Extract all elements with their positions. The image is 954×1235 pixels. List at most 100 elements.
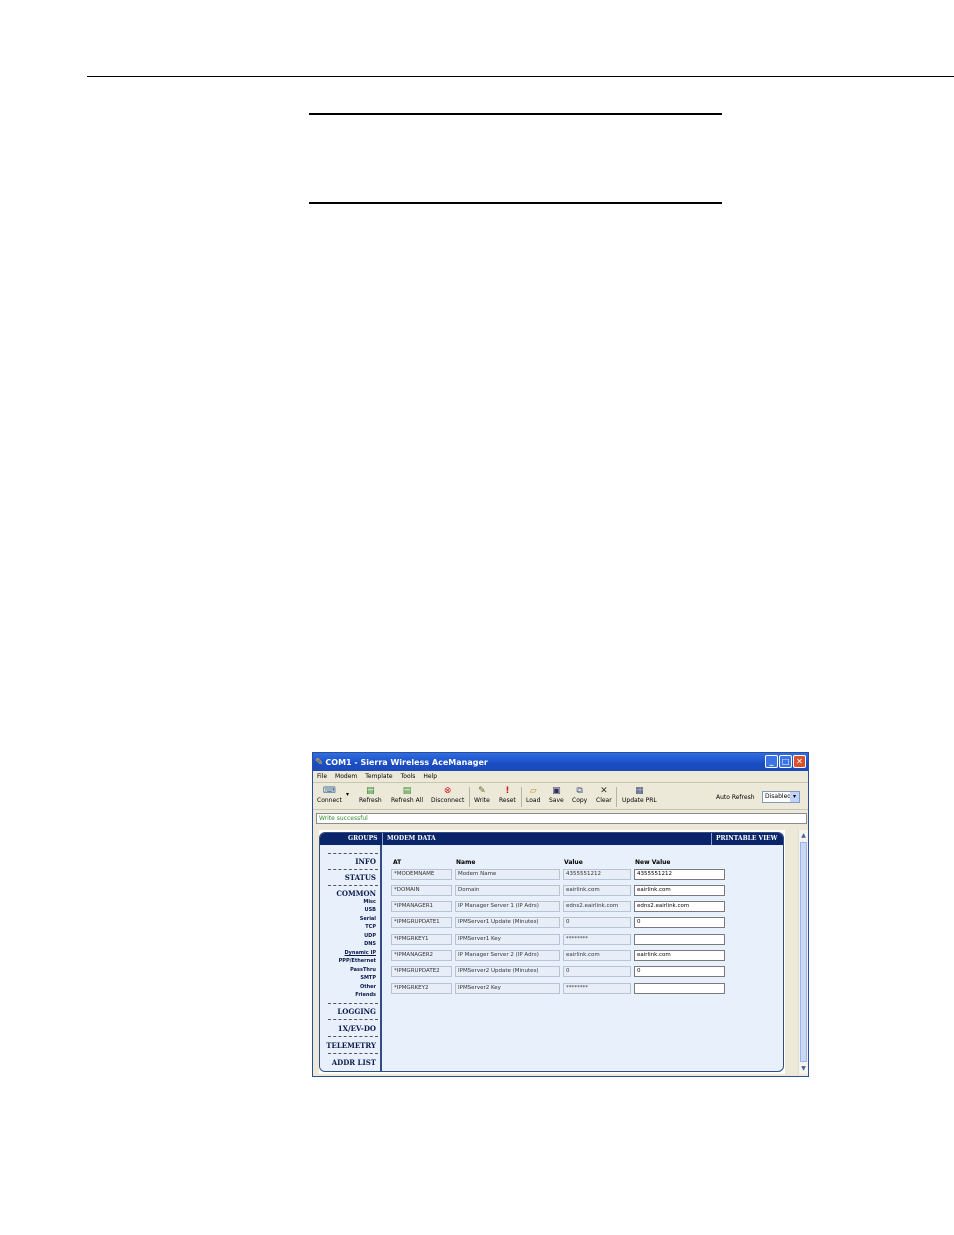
load-button[interactable]: ▱ Load bbox=[526, 785, 540, 804]
groups-sidebar: INFO STATUS COMMON Misc USB Serial TCP U… bbox=[320, 845, 382, 1071]
row-new-value-input[interactable]: 0 bbox=[634, 917, 725, 928]
row-new-value-input[interactable] bbox=[634, 983, 725, 994]
refresh-icon: ▤ bbox=[366, 786, 375, 796]
row-new-value-input[interactable]: 4355551212 bbox=[634, 869, 725, 880]
clear-button[interactable]: ✕ Clear bbox=[596, 785, 612, 804]
group-info[interactable]: INFO bbox=[355, 857, 376, 866]
group-common-passthru[interactable]: PassThru bbox=[350, 967, 376, 973]
status-message: Write successful bbox=[316, 813, 807, 824]
row-at: *IPMGRUPDATE1 bbox=[391, 917, 452, 928]
printable-view-link[interactable]: PRINTABLE VIEW bbox=[716, 835, 777, 842]
connect-icon: ⌨ bbox=[322, 786, 336, 796]
clear-x-icon: ✕ bbox=[600, 786, 608, 796]
group-common-other[interactable]: Other bbox=[360, 984, 376, 990]
menu-tools[interactable]: Tools bbox=[401, 773, 416, 780]
modem-data-heading: MODEM DATA bbox=[387, 835, 436, 842]
connect-dropdown-arrow-icon[interactable]: ▾ bbox=[346, 791, 349, 798]
row-value: 0 bbox=[563, 917, 631, 928]
row-new-value-input[interactable]: eairlink.com bbox=[634, 885, 725, 896]
group-common-dns[interactable]: DNS bbox=[364, 941, 376, 947]
menu-file[interactable]: File bbox=[317, 773, 327, 780]
minimize-button[interactable]: _ bbox=[765, 755, 778, 768]
scroll-thumb[interactable] bbox=[800, 842, 807, 1062]
auto-refresh-label: Auto Refresh bbox=[716, 794, 755, 801]
maximize-button[interactable]: □ bbox=[779, 755, 792, 768]
copy-icon: ⧉ bbox=[576, 786, 583, 796]
reset-button[interactable]: ! Reset bbox=[499, 785, 516, 804]
chevron-down-icon: ▾ bbox=[790, 792, 799, 802]
row-value: eairlink.com bbox=[563, 885, 631, 896]
menu-bar: File Modem Template Tools Help bbox=[313, 771, 808, 782]
row-new-value-input[interactable] bbox=[634, 934, 725, 945]
content-area: GROUPS MODEM DATA PRINTABLE VIEW INFO ST… bbox=[319, 830, 785, 1074]
group-status[interactable]: STATUS bbox=[345, 873, 376, 882]
menu-modem[interactable]: Modem bbox=[335, 773, 357, 780]
group-common-usb[interactable]: USB bbox=[365, 907, 376, 913]
title-bar: ✎ COM1 - Sierra Wireless AceManager _ □ … bbox=[313, 753, 808, 771]
group-common-smtp[interactable]: SMTP bbox=[360, 975, 376, 981]
group-common-tcp[interactable]: TCP bbox=[365, 924, 376, 930]
row-new-value-input[interactable]: eairlink.com bbox=[634, 950, 725, 961]
refresh-button[interactable]: ▤ Refresh bbox=[359, 785, 382, 804]
menu-help[interactable]: Help bbox=[423, 773, 437, 780]
row-name: IPMServer2 Key bbox=[455, 983, 560, 994]
row-at: *IPMANAGER2 bbox=[391, 950, 452, 961]
refresh-all-icon: ▤ bbox=[402, 786, 412, 796]
row-value: ******** bbox=[563, 934, 631, 945]
row-name: Modem Name bbox=[455, 869, 560, 880]
row-value: edns2.eairlink.com bbox=[563, 901, 631, 912]
auto-refresh-select[interactable]: Disabled ▾ bbox=[762, 791, 800, 803]
refresh-all-button[interactable]: ▤ Refresh All bbox=[391, 785, 423, 804]
row-at: *IPMGRKEY2 bbox=[391, 983, 452, 994]
menu-template[interactable]: Template bbox=[365, 773, 392, 780]
toolbar: ⌨ Connect ▾ ▤ Refresh ▤ Refresh All ⊗ Di… bbox=[313, 782, 808, 810]
row-new-value-input[interactable]: edns2.eairlink.com bbox=[634, 901, 725, 912]
row-at: *IPMGRUPDATE2 bbox=[391, 966, 452, 977]
group-1x-ev-do[interactable]: 1X/EV-DO bbox=[338, 1024, 376, 1033]
row-name: IPMServer2 Update (Minutes) bbox=[455, 966, 560, 977]
reset-exclamation-icon: ! bbox=[505, 786, 510, 796]
load-folder-icon: ▱ bbox=[529, 786, 537, 796]
row-name: IP Manager Server 1 (IP Adrs) bbox=[455, 901, 560, 912]
groups-heading: GROUPS bbox=[348, 835, 378, 842]
group-common-ppp-ethernet[interactable]: PPP/Ethernet bbox=[339, 958, 376, 964]
save-button[interactable]: ▣ Save bbox=[549, 785, 564, 804]
row-value: 4355551212 bbox=[563, 869, 631, 880]
column-at: AT bbox=[393, 859, 402, 866]
scroll-down-icon[interactable]: ▼ bbox=[799, 1064, 808, 1073]
group-common-serial[interactable]: Serial bbox=[360, 916, 376, 922]
row-new-value-input[interactable]: 0 bbox=[634, 966, 725, 977]
disconnect-button[interactable]: ⊗ Disconnect bbox=[431, 785, 464, 804]
row-name: IPMServer1 Update (Minutes) bbox=[455, 917, 560, 928]
save-disk-icon: ▣ bbox=[552, 786, 561, 796]
column-name: Name bbox=[456, 859, 476, 866]
group-addr-list[interactable]: ADDR LIST bbox=[332, 1058, 376, 1067]
row-at: *IPMGRKEY1 bbox=[391, 934, 452, 945]
row-name: Domain bbox=[455, 885, 560, 896]
row-name: IP Manager Server 2 (IP Adrs) bbox=[455, 950, 560, 961]
group-common-dynamic-ip[interactable]: Dynamic IP bbox=[345, 950, 377, 956]
group-common-friends[interactable]: Friends bbox=[355, 992, 376, 998]
group-logging[interactable]: LOGGING bbox=[337, 1007, 376, 1016]
disconnect-icon: ⊗ bbox=[443, 786, 452, 796]
note-box-top-rule bbox=[309, 113, 722, 115]
group-common-udp[interactable]: UDP bbox=[364, 933, 376, 939]
copy-button[interactable]: ⧉ Copy bbox=[572, 785, 587, 804]
scroll-up-icon[interactable]: ▲ bbox=[799, 831, 808, 840]
acemanager-window: ✎ COM1 - Sierra Wireless AceManager _ □ … bbox=[312, 752, 809, 1077]
column-new-value: New Value bbox=[635, 859, 671, 866]
connect-button[interactable]: ⌨ Connect bbox=[317, 785, 342, 804]
update-prl-button[interactable]: ▦ Update PRL bbox=[622, 785, 657, 804]
group-telemetry[interactable]: TELEMETRY bbox=[326, 1041, 376, 1050]
vertical-scrollbar[interactable]: ▲ ▼ bbox=[798, 830, 808, 1074]
write-button[interactable]: ✎ Write bbox=[474, 785, 490, 804]
note-box-bottom-rule bbox=[309, 202, 722, 204]
close-button[interactable]: ✕ bbox=[793, 755, 806, 768]
group-common-misc[interactable]: Misc bbox=[363, 899, 376, 905]
column-value: Value bbox=[564, 859, 583, 866]
update-prl-icon: ▦ bbox=[635, 786, 644, 796]
window-title: COM1 - Sierra Wireless AceManager bbox=[325, 757, 488, 767]
row-at: *IPMANAGER1 bbox=[391, 901, 452, 912]
row-value: ******** bbox=[563, 983, 631, 994]
group-common[interactable]: COMMON bbox=[336, 889, 376, 898]
